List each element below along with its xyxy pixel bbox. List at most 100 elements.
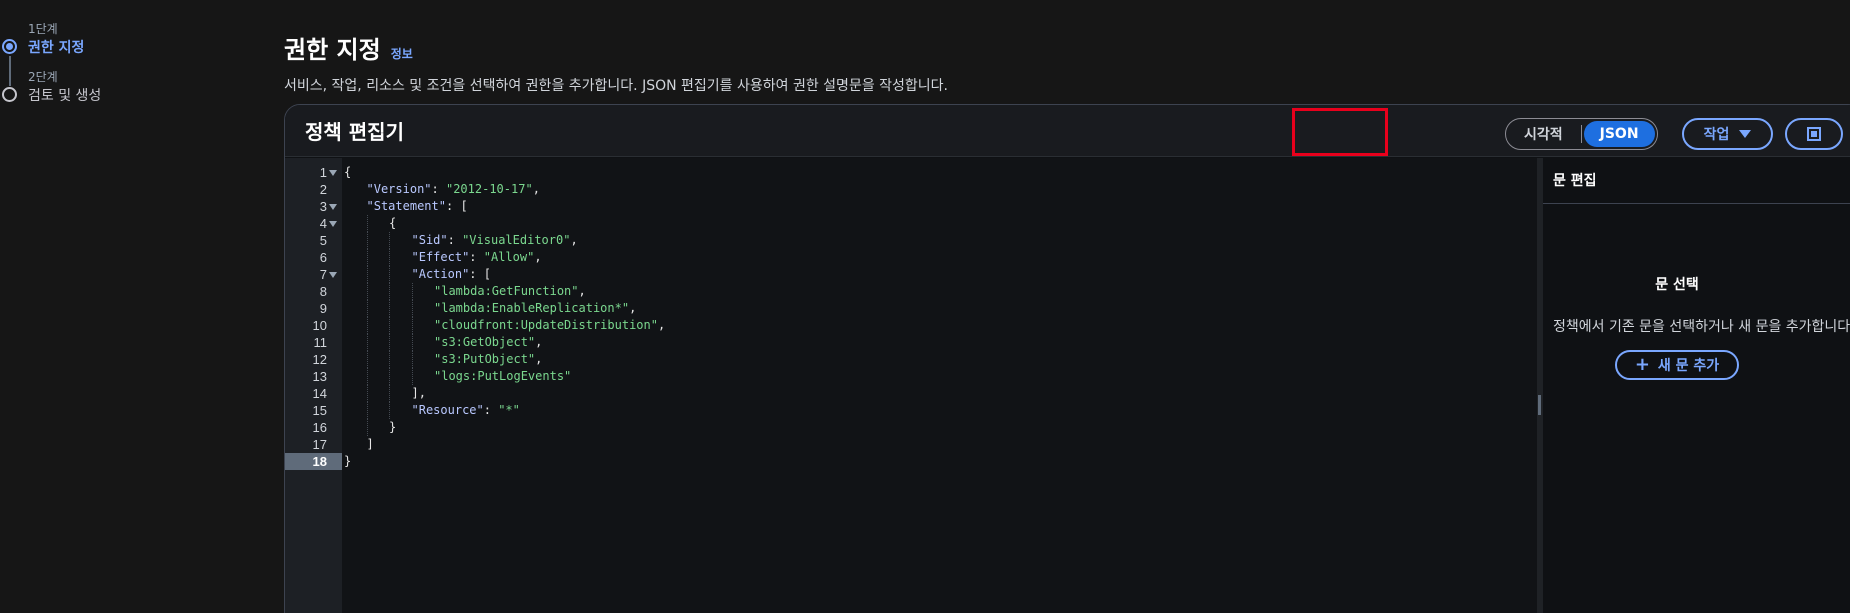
code-line[interactable]: "Action": [ <box>342 266 1537 283</box>
indent-guide <box>366 300 368 317</box>
line-number: 11 <box>313 335 328 350</box>
indent-guide <box>366 249 368 266</box>
fold-arrow-icon[interactable] <box>329 272 337 278</box>
code-line[interactable]: "Resource": "*" <box>342 402 1537 419</box>
line-number: 12 <box>312 352 327 367</box>
code-line[interactable]: { <box>342 215 1537 232</box>
line-number: 15 <box>312 403 327 418</box>
code-text: { <box>389 216 397 230</box>
line-number: 13 <box>312 369 327 384</box>
caret-down-icon <box>1739 130 1752 138</box>
line-number: 14 <box>312 386 327 401</box>
indent-guide <box>411 283 413 300</box>
step-2-number: 2단계 <box>28 70 58 84</box>
indent-guide <box>389 385 390 402</box>
mode-separator <box>1580 125 1582 143</box>
empty-state: 문 선택 정책에서 기존 문을 선택하거나 새 문을 추가합니다. + 새 문 … <box>1543 274 1850 380</box>
fullscreen-button[interactable] <box>1785 118 1844 150</box>
add-statement-button[interactable]: + 새 문 추가 <box>1615 350 1739 380</box>
fullscreen-icon <box>1807 127 1822 141</box>
actions-label: 작업 <box>1703 127 1730 143</box>
indent-guide <box>411 317 413 334</box>
code-text: "Sid": "VisualEditor0", <box>411 233 578 247</box>
step-1[interactable]: 1단계 권한 지정 <box>0 22 200 70</box>
indent-guide <box>366 283 368 300</box>
code-text: "s3:GetObject", <box>434 335 543 349</box>
editor-toolbar: 시각적 JSON 작업 <box>1505 118 1844 150</box>
code-line[interactable]: "lambda:EnableReplication*", <box>342 300 1537 317</box>
code-text: "Effect": "Allow", <box>411 250 542 264</box>
code-text: } <box>389 420 397 434</box>
line-number: 4 <box>319 216 327 231</box>
indent-guide <box>411 334 413 351</box>
code-line[interactable]: ] <box>342 436 1537 453</box>
indent-guide <box>366 385 368 402</box>
json-code-editor[interactable]: {"Version": "2012-10-17", "Statement": [{… <box>285 158 1537 613</box>
fold-arrow-icon[interactable] <box>329 221 337 227</box>
indent-guide <box>389 232 390 249</box>
wizard-steps: 1단계 권한 지정 2단계 검토 및 생성 <box>0 22 200 118</box>
code-text: "lambda:GetFunction", <box>434 284 586 298</box>
empty-state-title: 문 선택 <box>1655 277 1699 293</box>
add-statement-label: 새 문 추가 <box>1657 358 1720 374</box>
code-text: "cloudfront:UpdateDistribution", <box>434 318 666 332</box>
indent-guide <box>411 351 413 368</box>
indent-guide <box>366 317 368 334</box>
code-line[interactable]: { <box>342 164 1537 181</box>
fold-arrow-icon[interactable] <box>329 204 337 210</box>
code-line[interactable]: } <box>342 419 1537 436</box>
step-1-indicator <box>2 39 17 54</box>
step-1-label: 권한 지정 <box>28 40 85 56</box>
code-text: "lambda:EnableReplication*", <box>434 301 637 315</box>
indent-guide <box>389 249 390 266</box>
statement-panel-title: 문 편집 <box>1543 158 1850 204</box>
policy-editor-title: 정책 편집기 <box>305 120 404 144</box>
code-text: "Version": "2012-10-17", <box>366 182 540 196</box>
actions-dropdown-button[interactable]: 작업 <box>1681 118 1774 150</box>
indent-guide <box>366 402 368 419</box>
line-number: 3 <box>319 199 327 214</box>
code-text: ] <box>366 437 374 451</box>
line-number: 5 <box>319 233 327 248</box>
page-description: 서비스, 작업, 리소스 및 조건을 선택하여 권한을 추가합니다. JSON … <box>284 78 948 94</box>
indent-guide <box>389 402 390 419</box>
code-line[interactable]: "s3:GetObject", <box>342 334 1537 351</box>
code-text: "Action": [ <box>411 267 491 281</box>
json-mode-button[interactable]: JSON <box>1583 121 1655 147</box>
line-number: 8 <box>319 284 327 299</box>
code-line[interactable]: "Statement": [ <box>342 198 1537 215</box>
code-line[interactable]: "s3:PutObject", <box>342 351 1537 368</box>
step-2-label: 검토 및 생성 <box>28 88 102 104</box>
step-1-number: 1단계 <box>28 22 58 36</box>
policy-editor-container: 정책 편집기 시각적 JSON 작업 {"Version": "2012-10-… <box>284 104 1850 613</box>
empty-state-description: 정책에서 기존 문을 선택하거나 새 문을 추가합니다. <box>1553 319 1850 335</box>
code-line[interactable]: "cloudfront:UpdateDistribution", <box>342 317 1537 334</box>
code-line[interactable]: ], <box>342 385 1537 402</box>
code-line[interactable]: "logs:PutLogEvents" <box>342 368 1537 385</box>
code-area[interactable]: {"Version": "2012-10-17", "Statement": [{… <box>342 158 1537 613</box>
indent-guide <box>389 334 390 351</box>
indent-guide <box>411 368 413 385</box>
code-line[interactable]: "Sid": "VisualEditor0", <box>342 232 1537 249</box>
step-2-indicator <box>2 87 17 102</box>
step-2[interactable]: 2단계 검토 및 생성 <box>0 70 200 118</box>
indent-guide <box>366 419 368 436</box>
line-number: 18 <box>285 453 342 470</box>
resize-handle[interactable] <box>1538 395 1541 415</box>
code-line[interactable]: } <box>342 453 1537 470</box>
line-number: 9 <box>319 301 327 316</box>
line-number: 6 <box>319 250 327 265</box>
indent-guide <box>389 351 390 368</box>
indent-guide <box>366 232 368 249</box>
indent-guide <box>366 215 368 232</box>
code-line[interactable]: "lambda:GetFunction", <box>342 283 1537 300</box>
indent-guide <box>411 300 413 317</box>
info-link[interactable]: 정보 <box>391 45 413 62</box>
fold-arrow-icon[interactable] <box>329 170 337 176</box>
visual-mode-button[interactable]: 시각적 <box>1508 121 1579 147</box>
code-line[interactable]: "Effect": "Allow", <box>342 249 1537 266</box>
code-line[interactable]: "Version": "2012-10-17", <box>342 181 1537 198</box>
line-number: 17 <box>312 437 327 452</box>
indent-guide <box>389 368 390 385</box>
line-number: 10 <box>312 318 327 333</box>
